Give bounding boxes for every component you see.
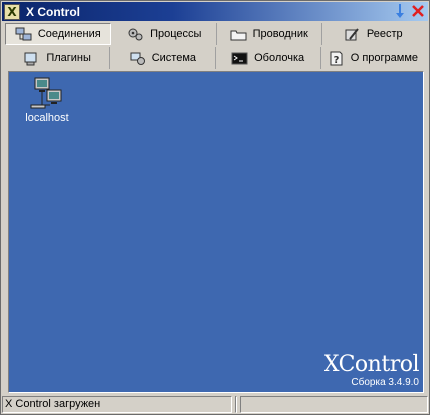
plugins-icon xyxy=(23,51,40,66)
tab-label: Процессы xyxy=(150,28,202,40)
status-separator xyxy=(234,396,237,413)
tab-label: О программе xyxy=(350,52,419,64)
about-icon: ? xyxy=(328,51,345,66)
tab-explorer[interactable]: Проводник xyxy=(217,23,322,45)
main-toolbar: Соединения Процессы Проводник Реестр Пла… xyxy=(5,23,425,71)
connections-icon xyxy=(15,27,32,42)
title-bar[interactable]: X X Control xyxy=(2,2,428,21)
tab-shell[interactable]: Оболочка xyxy=(216,47,321,69)
tab-registry[interactable]: Реестр xyxy=(322,23,426,45)
minimize-button[interactable] xyxy=(393,3,407,19)
status-panel-2 xyxy=(239,396,428,413)
window-title: X Control xyxy=(26,4,80,19)
shell-icon xyxy=(231,51,248,66)
host-item-localhost[interactable]: localhost xyxy=(23,76,71,124)
app-window: X X Control Соединения Процессы Проводни… xyxy=(0,0,430,415)
arrow-down-icon xyxy=(396,4,404,18)
explorer-icon xyxy=(230,27,247,42)
status-bar: X Control загружен xyxy=(2,396,428,413)
registry-icon xyxy=(344,27,361,42)
tab-about[interactable]: ? О программе xyxy=(321,47,425,69)
tab-label: Проводник xyxy=(252,28,308,40)
brand-name: XControl xyxy=(323,352,420,377)
tab-connections[interactable]: Соединения xyxy=(5,23,111,45)
svg-text:?: ? xyxy=(333,55,339,66)
close-button[interactable] xyxy=(411,3,425,19)
tab-processes[interactable]: Процессы xyxy=(113,23,217,45)
tab-label: Плагины xyxy=(46,52,91,64)
tab-label: Оболочка xyxy=(254,52,305,64)
tab-plugins[interactable]: Плагины xyxy=(5,47,111,69)
tab-label: Соединения xyxy=(37,28,101,40)
tab-label: Реестр xyxy=(366,28,403,40)
close-icon xyxy=(412,5,424,17)
brand-watermark: XControl Сборка 3.4.9.0 xyxy=(323,352,420,389)
tab-label: Система xyxy=(151,52,197,64)
processes-icon xyxy=(127,27,144,42)
brand-build: Сборка 3.4.9.0 xyxy=(351,377,419,388)
computer-icon xyxy=(29,76,65,110)
status-text: X Control загружен xyxy=(2,396,232,413)
app-icon: X xyxy=(4,3,20,20)
system-icon xyxy=(129,51,146,66)
tab-system[interactable]: Система xyxy=(110,47,216,69)
connections-area[interactable]: localhost XControl Сборка 3.4.9.0 xyxy=(8,71,424,393)
host-label: localhost xyxy=(25,112,69,124)
